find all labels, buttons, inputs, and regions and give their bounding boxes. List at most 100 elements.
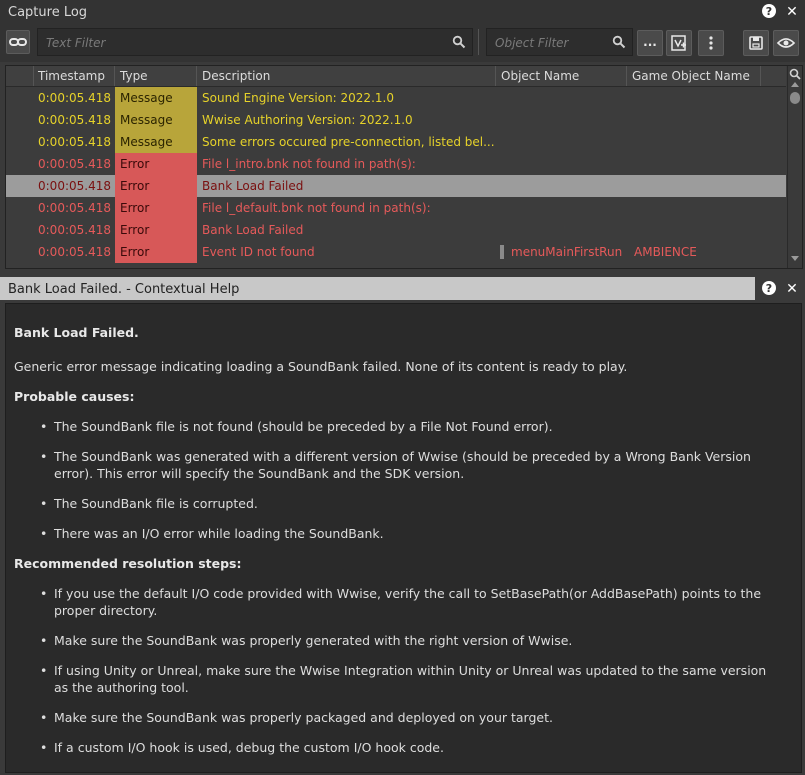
- search-icon[interactable]: [612, 35, 626, 49]
- type-cell: Error: [115, 153, 197, 175]
- object-name-cell: [506, 131, 627, 153]
- table-row[interactable]: 0:00:05.418 Message Sound Engine Version: …: [6, 87, 786, 109]
- step-item: If you use the default I/O code provided…: [54, 586, 762, 618]
- search-icon[interactable]: [452, 35, 466, 49]
- view-button[interactable]: [773, 30, 799, 56]
- step-item: If using Unity or Unreal, make sure the …: [54, 663, 767, 695]
- type-cell: Error: [115, 175, 197, 197]
- filter-settings-icon: [671, 35, 686, 51]
- description-cell: File l_default.bnk not found in path(s):: [202, 201, 431, 215]
- text-filter-input[interactable]: [44, 33, 448, 53]
- game-object-name-cell: AMBIENCE: [634, 245, 697, 259]
- game-object-name-cell: [629, 219, 763, 241]
- object-browse-button[interactable]: ...: [637, 30, 663, 56]
- game-object-name-cell: [629, 197, 763, 219]
- text-filter-field[interactable]: [37, 28, 473, 56]
- steps-heading: Recommended resolution steps:: [14, 556, 242, 571]
- table-row[interactable]: 0:00:05.418 Error Bank Load Failed: [6, 219, 786, 241]
- save-icon: [749, 36, 763, 50]
- game-object-name-cell: [629, 153, 763, 175]
- timestamp-cell: 0:00:05.418: [38, 201, 111, 215]
- column-header-object-name[interactable]: Object Name: [496, 66, 627, 86]
- object-filter-input[interactable]: [493, 33, 607, 53]
- help-icon[interactable]: ?: [760, 3, 778, 21]
- object-name-cell: [506, 197, 627, 219]
- bullet-icon: •: [40, 663, 48, 678]
- step-item: Make sure the SoundBank was properly pac…: [54, 710, 553, 725]
- scroll-up-arrow-icon[interactable]: [791, 82, 799, 87]
- object-name-cell: [506, 109, 627, 131]
- search-icon[interactable]: [788, 67, 802, 81]
- object-name-cell: [506, 153, 627, 175]
- filter-settings-button[interactable]: [666, 30, 692, 56]
- save-button[interactable]: [743, 30, 769, 56]
- header-spacer: [6, 66, 34, 86]
- cause-item: The SoundBank file is corrupted.: [54, 496, 258, 511]
- bullet-icon: •: [40, 526, 48, 541]
- help-content: Bank Load Failed. Generic error message …: [5, 303, 802, 773]
- object-name-cell: [506, 175, 627, 197]
- capture-log-titlebar: [0, 0, 805, 25]
- timestamp-cell: 0:00:05.418: [38, 91, 111, 105]
- help-icon-glyph: ?: [762, 281, 776, 295]
- close-icon[interactable]: ✕: [783, 280, 801, 298]
- object-name-cell: menuMainFirstRun: [511, 245, 623, 259]
- scrollbar-thumb[interactable]: [790, 92, 800, 104]
- timestamp-cell: 0:00:05.418: [38, 113, 111, 127]
- bullet-icon: •: [40, 710, 48, 725]
- step-item: Make sure the SoundBank was properly gen…: [54, 633, 573, 648]
- table-row[interactable]: 0:00:05.418 Error Event ID not found menuMa…: [6, 241, 786, 263]
- more-options-button[interactable]: [698, 30, 724, 56]
- table-row[interactable]: 0:00:05.418 Error Bank Load Failed: [6, 175, 786, 197]
- type-cell: Error: [115, 241, 197, 263]
- table-row[interactable]: 0:00:05.418 Error File l_intro.bnk not fou…: [6, 153, 786, 175]
- column-header-timestamp[interactable]: Timestamp: [33, 66, 115, 86]
- column-header-game-object-name[interactable]: Game Object Name: [627, 66, 761, 86]
- description-cell: Bank Load Failed: [202, 223, 304, 237]
- object-filter-field[interactable]: [486, 28, 633, 56]
- type-cell: Error: [115, 219, 197, 241]
- bullet-icon: •: [40, 586, 48, 601]
- scroll-down-arrow-icon[interactable]: [791, 256, 799, 261]
- type-cell: Message: [115, 109, 197, 131]
- object-name-cell: [506, 87, 627, 109]
- help-heading: Bank Load Failed.: [14, 325, 139, 340]
- bullet-icon: •: [40, 419, 48, 434]
- close-icon[interactable]: ✕: [783, 3, 801, 21]
- description-cell: Sound Engine Version: 2022.1.0: [202, 91, 394, 105]
- type-cell: Message: [115, 87, 197, 109]
- vertical-scrollbar[interactable]: [787, 66, 802, 268]
- capture-log-table: Timestamp Type Description Object Name G…: [5, 65, 803, 269]
- description-cell: Some errors occured pre-connection, list…: [202, 135, 495, 149]
- table-header: Timestamp Type Description Object Name G…: [6, 66, 786, 87]
- cause-item: The SoundBank was generated with a diffe…: [54, 449, 751, 481]
- bullet-icon: •: [40, 496, 48, 511]
- cause-item: The SoundBank file is not found (should …: [54, 419, 553, 434]
- svg-text:?: ?: [766, 282, 772, 295]
- bullet-icon: •: [40, 449, 48, 464]
- column-header-description[interactable]: Description: [197, 66, 496, 86]
- object-type-marker: [500, 245, 504, 259]
- game-object-name-cell: [629, 87, 763, 109]
- help-icon-glyph: ?: [762, 4, 776, 18]
- table-body: 0:00:05.418 Message Sound Engine Version: …: [6, 87, 786, 267]
- causes-heading: Probable causes:: [14, 389, 135, 404]
- object-name-cell: [506, 219, 627, 241]
- table-row[interactable]: 0:00:05.418 Message Wwise Authoring Versio…: [6, 109, 786, 131]
- description-cell: Event ID not found: [202, 245, 315, 259]
- bullet-icon: •: [40, 740, 48, 755]
- help-icon[interactable]: ?: [760, 280, 778, 298]
- table-row[interactable]: 0:00:05.418 Error File l_default.bnk not f…: [6, 197, 786, 219]
- table-row[interactable]: 0:00:05.418 Message Some errors occured pr…: [6, 131, 786, 153]
- timestamp-cell: 0:00:05.418: [38, 179, 111, 193]
- game-object-name-cell: [629, 109, 763, 131]
- description-cell: File l_intro.bnk not found in path(s):: [202, 157, 416, 171]
- vertical-dots-icon: [709, 36, 713, 50]
- eye-icon: [776, 38, 796, 48]
- link-icon: [9, 38, 27, 46]
- timestamp-cell: 0:00:05.418: [38, 157, 111, 171]
- description-cell: Bank Load Failed: [202, 179, 304, 193]
- column-header-type[interactable]: Type: [115, 66, 197, 86]
- link-button[interactable]: [6, 30, 30, 54]
- type-cell: Message: [115, 131, 197, 153]
